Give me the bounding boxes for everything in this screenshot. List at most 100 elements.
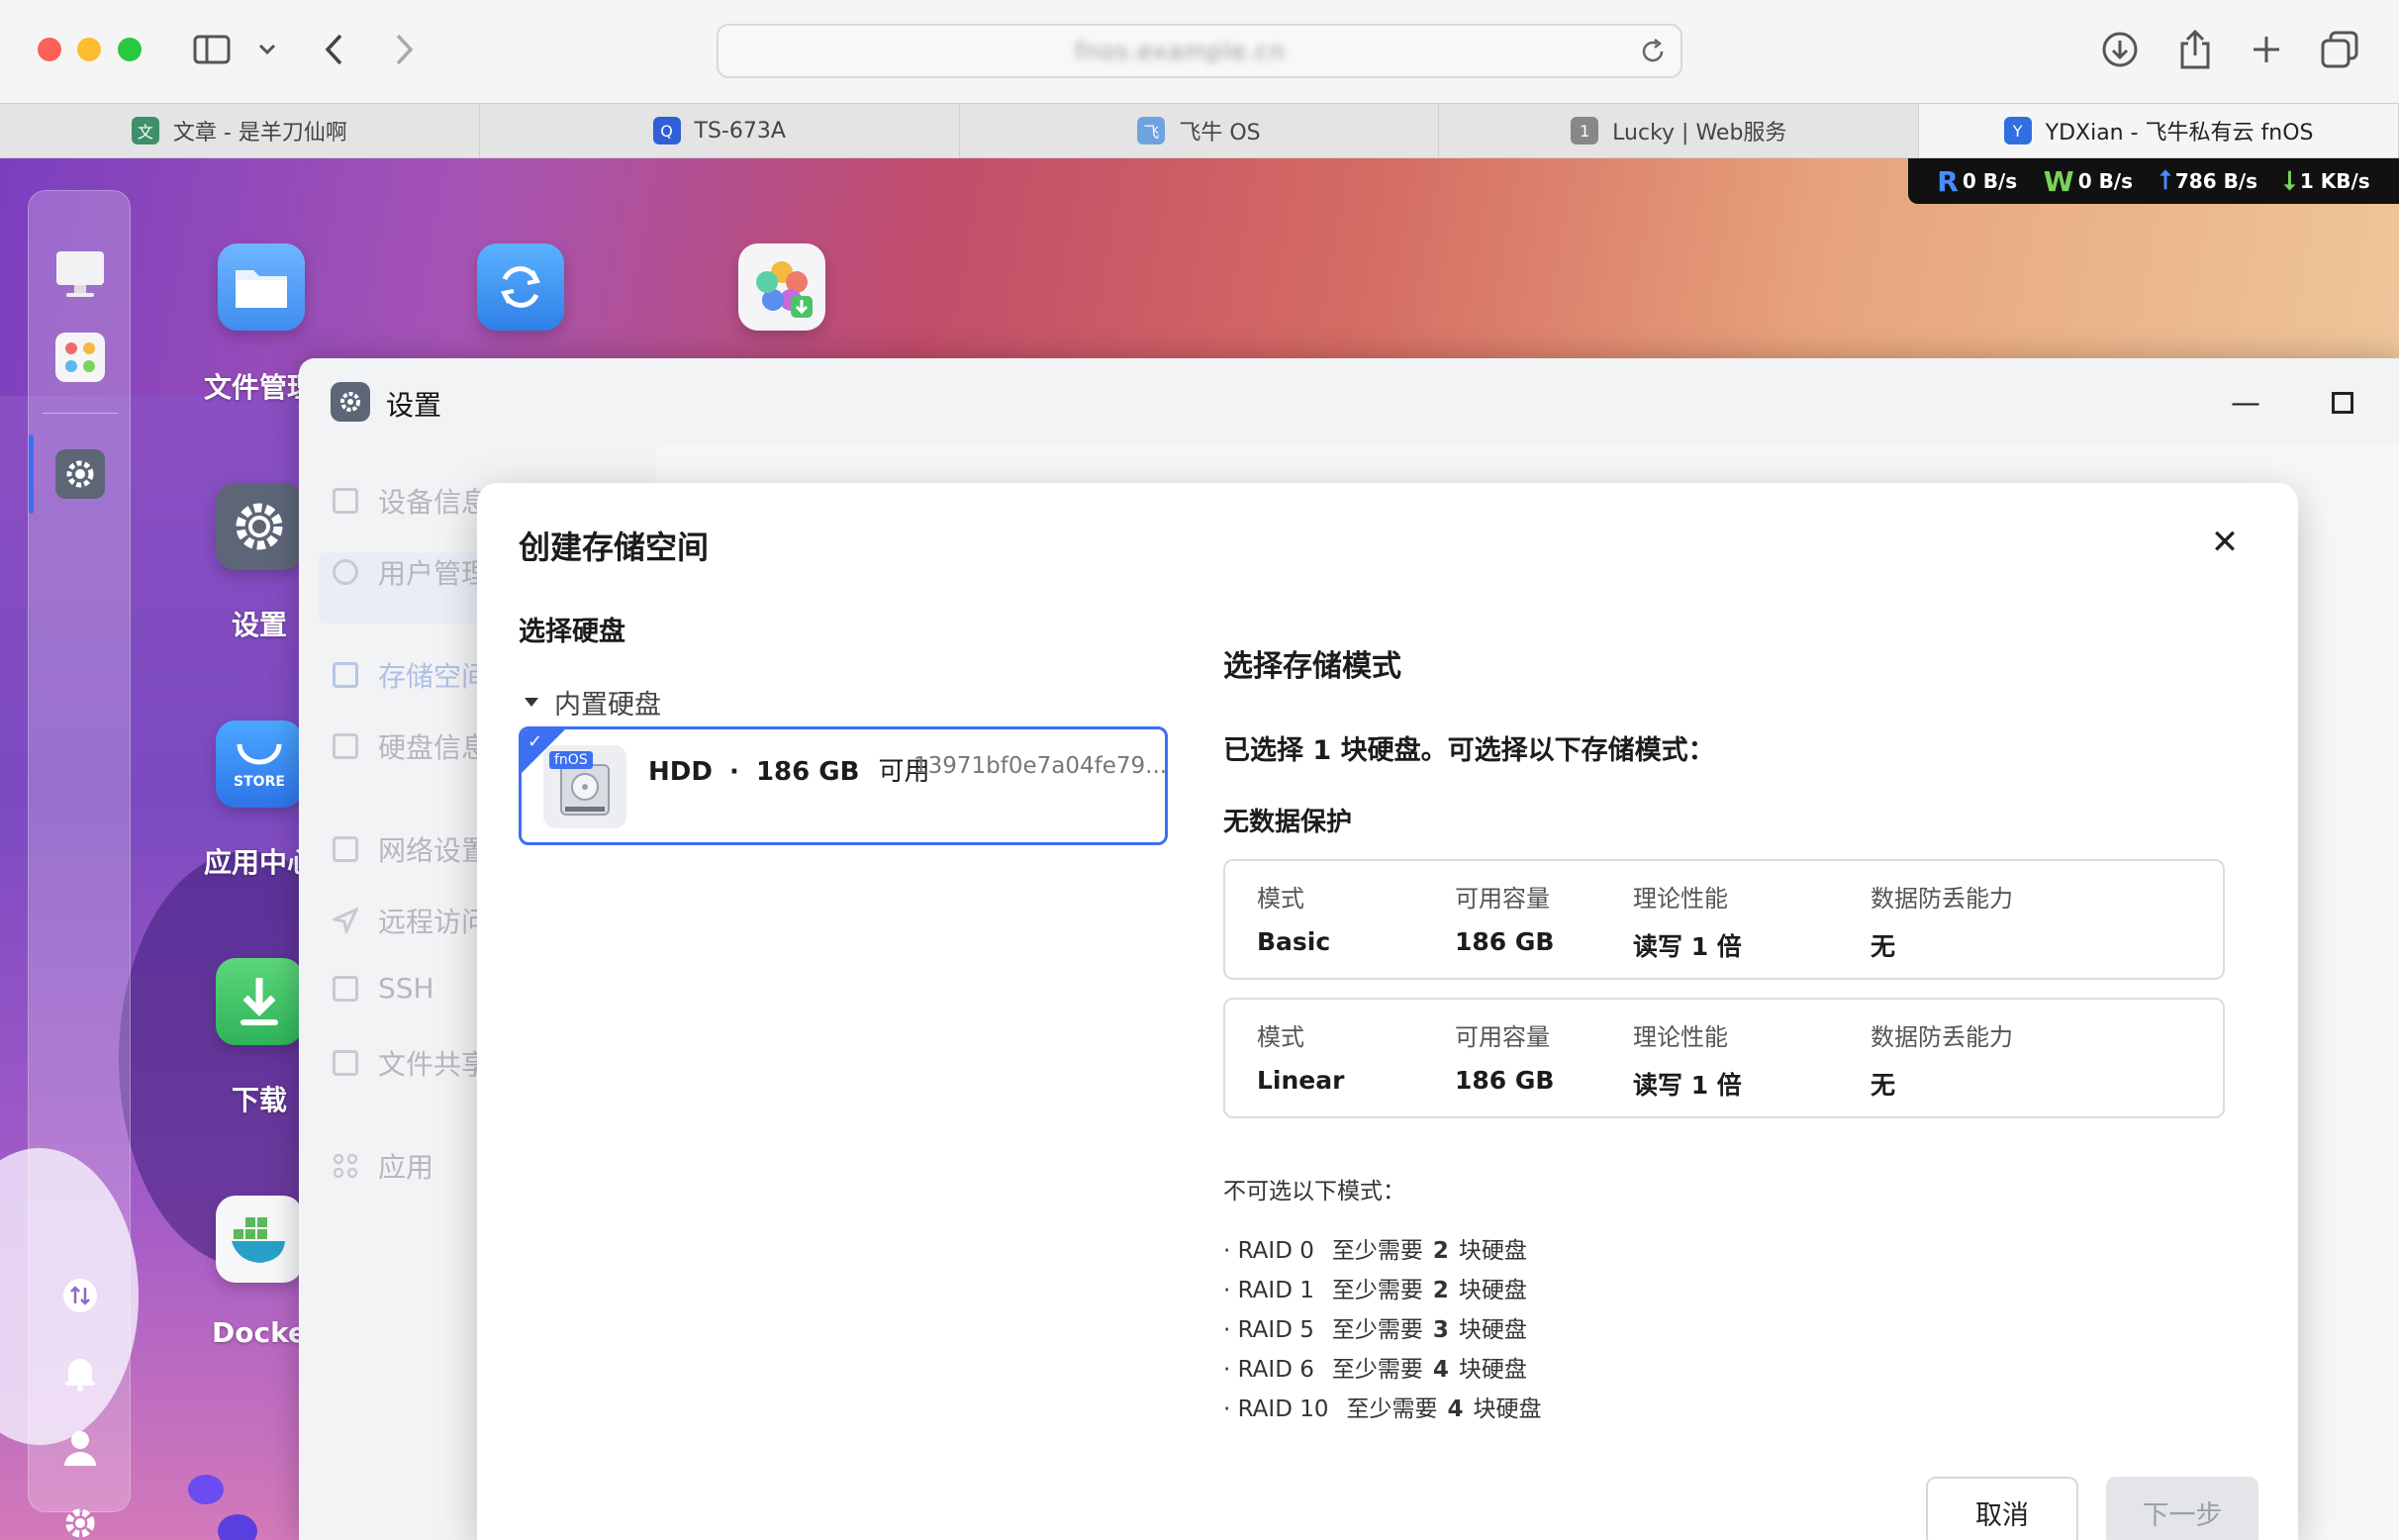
disk-card-selected[interactable]: ✓ fnOS HDD · 186 GB 可用 13971bf0e7a04fe79… bbox=[519, 726, 1168, 845]
capacity-col: 可用容量 186 GB bbox=[1455, 1017, 1554, 1095]
sidebar-item-device-info[interactable]: 设备信息 bbox=[333, 481, 489, 521]
raid-requirement: 至少需要 bbox=[1346, 1396, 1438, 1422]
apps-grid-icon bbox=[333, 1153, 358, 1179]
gear-icon[interactable] bbox=[54, 1497, 106, 1540]
performance-label: 理论性能 bbox=[1633, 885, 1728, 913]
desktop-label-settings: 设置 bbox=[232, 609, 288, 641]
storage-mode-title: 选择存储模式 bbox=[1223, 649, 1401, 684]
browser-titlebar: fnos.example.cn bbox=[0, 0, 2399, 103]
disk-icon bbox=[333, 733, 358, 759]
dock-active-indicator bbox=[29, 434, 34, 514]
sidebar-item-file-share[interactable]: 文件共享 bbox=[333, 1043, 489, 1083]
folder-icon[interactable] bbox=[218, 243, 305, 331]
tab-ydxian[interactable]: Y YDXian - 飞牛私有云 fnOS bbox=[1919, 104, 2399, 157]
download-value: 1 KB/s bbox=[2299, 169, 2370, 193]
device-icon bbox=[333, 488, 358, 514]
disk-size: 186 GB bbox=[755, 757, 860, 787]
sidebar-item-disk-info[interactable]: 硬盘信息 bbox=[333, 726, 489, 766]
maximize-icon[interactable] bbox=[2332, 392, 2353, 414]
checkmark-icon: ✓ bbox=[528, 731, 543, 752]
write-value: 0 B/s bbox=[2077, 169, 2134, 193]
download-icon[interactable] bbox=[216, 958, 303, 1045]
upload-arrow-icon: ⭡ bbox=[2159, 165, 2171, 196]
wallpaper-shape bbox=[188, 1475, 224, 1504]
settings-app-icon bbox=[331, 382, 370, 422]
raid-count: 3 bbox=[1432, 1317, 1449, 1343]
protection-label: 数据防丢能力 bbox=[1871, 885, 2013, 913]
download-arrow-icon: ⭣ bbox=[2283, 165, 2296, 196]
notification-bell-icon[interactable] bbox=[54, 1347, 106, 1398]
sidebar-toggle-icon[interactable] bbox=[188, 26, 236, 73]
close-window-button[interactable] bbox=[38, 38, 61, 61]
dock bbox=[28, 190, 131, 1538]
docker-icon[interactable] bbox=[216, 1196, 303, 1283]
sidebar-item-ssh[interactable]: SSH bbox=[333, 972, 434, 1005]
list-item: · RAID 0 至少需要 2 块硬盘 bbox=[1223, 1238, 1527, 1264]
sync-icon[interactable] bbox=[477, 243, 564, 331]
raid-requirement: 至少需要 bbox=[1331, 1278, 1423, 1303]
tab-favicon-icon: Q bbox=[652, 117, 681, 144]
disk-group-toggle[interactable]: 内置硬盘 bbox=[525, 683, 661, 722]
raid-requirement: 至少需要 bbox=[1331, 1238, 1423, 1264]
tab-fnos[interactable]: 飞 飞牛 OS bbox=[960, 104, 1440, 157]
tab-overview-icon[interactable] bbox=[2316, 26, 2363, 73]
sidebar-item-apps[interactable]: 应用 bbox=[333, 1146, 433, 1186]
tab-label: YDXian - 飞牛私有云 fnOS bbox=[2045, 121, 2314, 145]
raid-name: RAID 0 bbox=[1237, 1238, 1314, 1264]
upload-speed: ⭡ 786 B/s bbox=[2159, 166, 2257, 197]
tab-lucky[interactable]: 1 Lucky | Web服务 bbox=[1439, 104, 1920, 157]
store-icon[interactable]: STORE bbox=[216, 721, 303, 808]
sidebar-item-users[interactable]: 用户管理 bbox=[333, 552, 489, 592]
tab-article[interactable]: 文 文章 - 是羊刀仙啊 bbox=[0, 104, 480, 157]
gear-icon[interactable] bbox=[216, 483, 303, 570]
address-bar[interactable]: fnos.example.cn bbox=[717, 24, 1682, 78]
mode-col: 模式 Basic bbox=[1257, 879, 1330, 956]
share-icon[interactable] bbox=[2171, 26, 2219, 73]
user-icon[interactable] bbox=[54, 1422, 106, 1474]
sidebar-item-label: 设备信息 bbox=[378, 486, 490, 519]
sidebar-item-storage[interactable]: 存储空间 bbox=[333, 655, 489, 695]
tab-label: 飞牛 OS bbox=[1179, 121, 1261, 145]
close-icon[interactable]: ✕ bbox=[2205, 523, 2245, 562]
mode-value: Basic bbox=[1257, 927, 1331, 956]
downloads-icon[interactable] bbox=[2096, 26, 2144, 73]
hdd-icon: fnOS bbox=[543, 745, 626, 828]
fnos-badge: fnOS bbox=[549, 751, 593, 769]
sidebar-item-remote[interactable]: 远程访问 bbox=[330, 901, 489, 940]
new-tab-icon[interactable] bbox=[2243, 26, 2290, 73]
mode-option-basic[interactable]: 模式 Basic 可用容量 186 GB 理论性能 读写 1 倍 数据防丢能力 … bbox=[1223, 859, 2225, 980]
forward-icon[interactable] bbox=[380, 26, 428, 73]
chevron-down-icon[interactable] bbox=[243, 26, 291, 73]
tab-favicon-icon: Y bbox=[2003, 117, 2032, 144]
protection-label: 数据防丢能力 bbox=[1871, 1023, 2013, 1051]
photos-icon[interactable] bbox=[738, 243, 825, 331]
minimize-window-button[interactable] bbox=[77, 38, 101, 61]
performance-label: 理论性能 bbox=[1633, 1023, 1728, 1051]
caret-down-icon bbox=[525, 698, 538, 707]
raid-count: 4 bbox=[1447, 1396, 1464, 1422]
url-text: fnos.example.cn bbox=[1075, 38, 1286, 65]
tab-ts673a[interactable]: Q TS-673A bbox=[480, 104, 960, 157]
desktop-icon[interactable] bbox=[54, 248, 106, 300]
tab-bar: 文 文章 - 是羊刀仙啊 Q TS-673A 飞 飞牛 OS 1 Lucky |… bbox=[0, 103, 2399, 158]
back-icon[interactable] bbox=[311, 26, 358, 73]
sidebar-item-network[interactable]: 网络设置 bbox=[333, 829, 489, 869]
settings-dock-icon[interactable] bbox=[54, 448, 106, 500]
raid-requirement: 至少需要 bbox=[1331, 1317, 1423, 1343]
next-step-button[interactable]: 下一步 bbox=[2106, 1477, 2258, 1540]
desktop-label-download: 下载 bbox=[232, 1084, 288, 1116]
minimize-icon[interactable]: — bbox=[2231, 386, 2260, 421]
reload-icon[interactable] bbox=[1639, 38, 1667, 69]
capacity-value: 186 GB bbox=[1455, 1066, 1555, 1095]
zoom-window-button[interactable] bbox=[118, 38, 142, 61]
mode-option-linear[interactable]: 模式 Linear 可用容量 186 GB 理论性能 读写 1 倍 数据防丢能力… bbox=[1223, 998, 2225, 1118]
app-launcher-icon[interactable] bbox=[54, 332, 106, 383]
unavailable-raid-list: · RAID 0 至少需要 2 块硬盘 · RAID 1 至少需要 2 块硬盘 · RAID… bbox=[1223, 1231, 1542, 1429]
sidebar-item-label: 应用 bbox=[378, 1151, 434, 1184]
cancel-button[interactable]: 取消 bbox=[1926, 1477, 2078, 1540]
write-label: W bbox=[2043, 164, 2074, 198]
capacity-label: 可用容量 bbox=[1455, 1023, 1550, 1051]
transfer-icon[interactable] bbox=[54, 1270, 106, 1321]
wallpaper-shape bbox=[218, 1514, 257, 1540]
performance-value: 读写 1 倍 bbox=[1633, 932, 1742, 961]
